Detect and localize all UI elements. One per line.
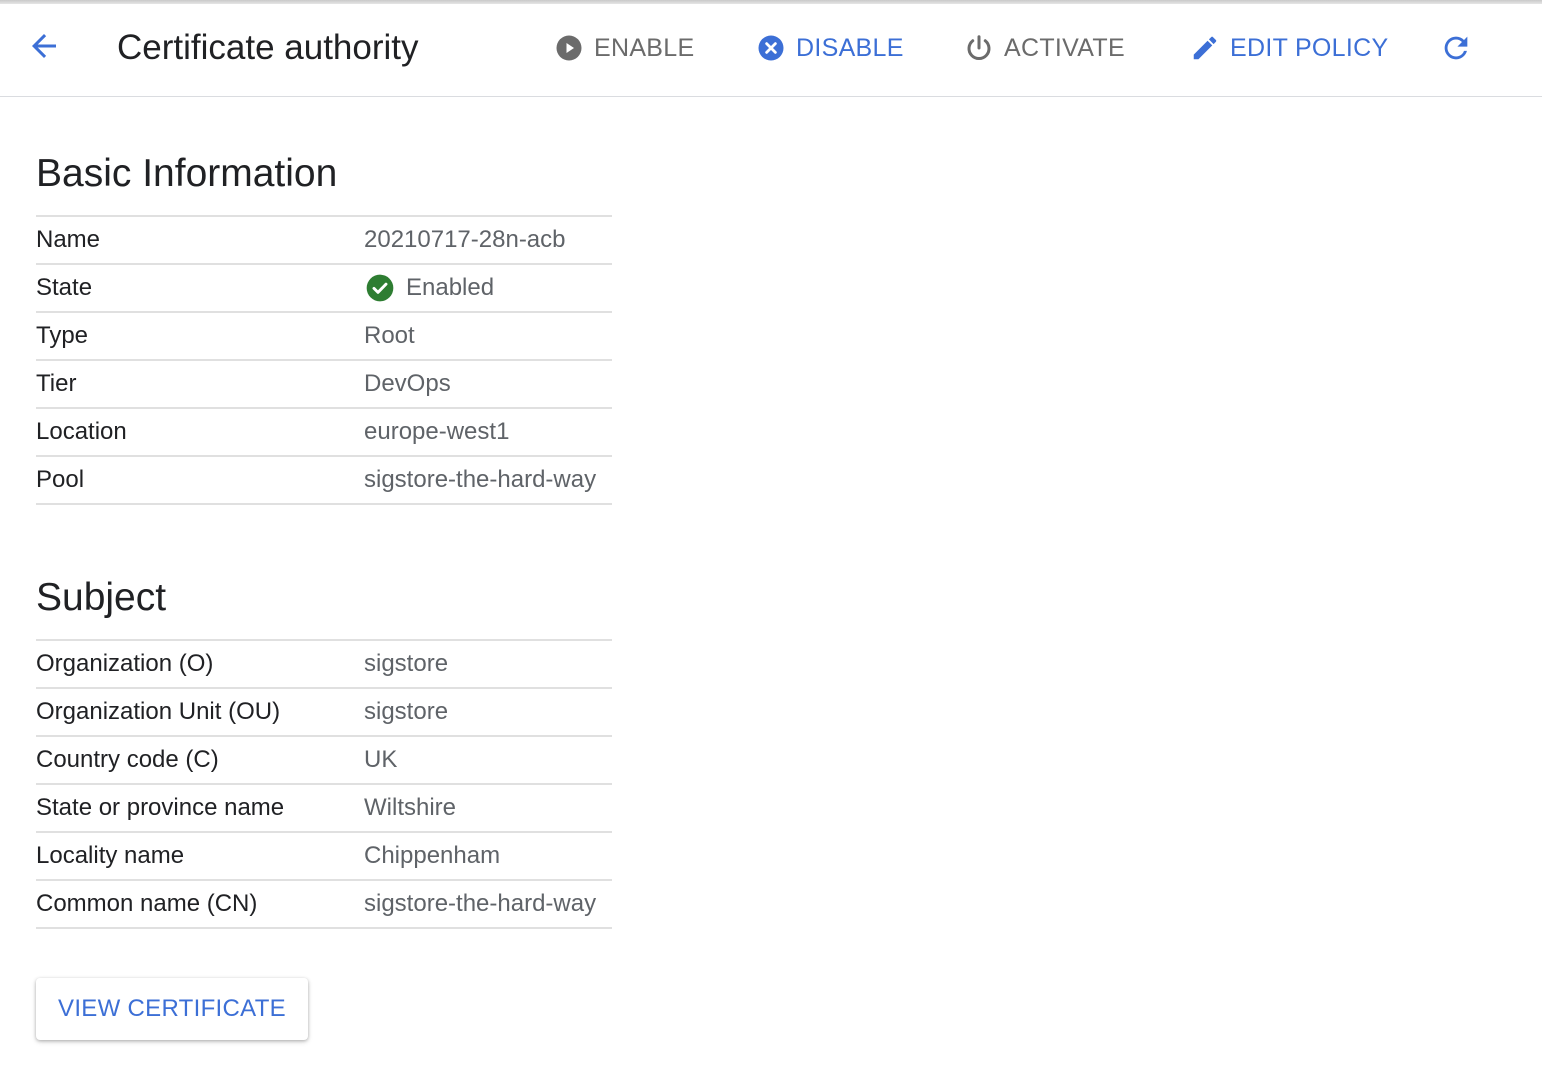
- row-value: europe-west1: [364, 418, 510, 445]
- refresh-button[interactable]: [1436, 30, 1476, 70]
- enable-button-label: ENABLE: [594, 33, 695, 62]
- row-label: Organization Unit (OU): [36, 698, 281, 725]
- row-label: Country code (C): [36, 746, 219, 773]
- row-label: State: [36, 274, 93, 301]
- view-certificate-button[interactable]: VIEW CERTIFICATE: [36, 978, 308, 1040]
- row-label: Locality name: [36, 842, 185, 869]
- row-label: Type: [36, 322, 89, 349]
- row-label: Organization (O): [36, 650, 214, 677]
- basic-information-table: Name 20210717-28n-acb State Enabled Type…: [36, 215, 612, 505]
- state-value: Enabled: [364, 272, 494, 304]
- table-row: Common name (CN) sigstore-the-hard-way: [36, 881, 612, 929]
- row-label: Name: [36, 226, 101, 253]
- row-label: Location: [36, 418, 127, 445]
- arrow-back-icon: [26, 28, 62, 69]
- edit-policy-button-label: EDIT POLICY: [1230, 33, 1389, 62]
- table-row: State Enabled: [36, 265, 612, 313]
- play-circle-icon: [554, 33, 584, 63]
- table-row: State or province name Wiltshire: [36, 785, 612, 833]
- page-title: Certificate authority: [117, 28, 419, 67]
- disable-button[interactable]: DISABLE: [756, 28, 904, 68]
- basic-information-heading: Basic Information: [36, 152, 338, 195]
- row-value: sigstore-the-hard-way: [364, 466, 597, 493]
- table-row: Type Root: [36, 313, 612, 361]
- table-row: Tier DevOps: [36, 361, 612, 409]
- refresh-icon: [1439, 31, 1473, 70]
- activate-button[interactable]: ACTIVATE: [964, 28, 1125, 68]
- disable-button-label: DISABLE: [796, 33, 904, 62]
- table-row: Locality name Chippenham: [36, 833, 612, 881]
- back-button[interactable]: [22, 28, 66, 68]
- row-value: Wiltshire: [364, 794, 457, 821]
- edit-policy-button[interactable]: EDIT POLICY: [1190, 28, 1388, 68]
- row-value: 20210717-28n-acb: [364, 226, 566, 253]
- subject-heading: Subject: [36, 576, 167, 619]
- header-toolbar: Certificate authority ENABLE DISABLE ACT…: [0, 4, 1542, 97]
- row-label: Pool: [36, 466, 85, 493]
- check-circle-icon: [364, 272, 396, 304]
- row-label: Common name (CN): [36, 890, 258, 917]
- power-icon: [964, 33, 994, 63]
- row-value: Root: [364, 322, 415, 349]
- row-value: sigstore: [364, 698, 449, 725]
- subject-table: Organization (O) sigstore Organization U…: [36, 639, 612, 929]
- row-value: Chippenham: [364, 842, 501, 869]
- state-label: Enabled: [406, 274, 495, 301]
- row-value: DevOps: [364, 370, 451, 397]
- row-value: UK: [364, 746, 398, 773]
- table-row: Organization Unit (OU) sigstore: [36, 689, 612, 737]
- enable-button[interactable]: ENABLE: [554, 28, 694, 68]
- row-label: Tier: [36, 370, 77, 397]
- row-value: sigstore-the-hard-way: [364, 890, 597, 917]
- table-row: Country code (C) UK: [36, 737, 612, 785]
- table-row: Location europe-west1: [36, 409, 612, 457]
- activate-button-label: ACTIVATE: [1004, 33, 1125, 62]
- table-row: Pool sigstore-the-hard-way: [36, 457, 612, 505]
- table-row: Organization (O) sigstore: [36, 641, 612, 689]
- table-row: Name 20210717-28n-acb: [36, 217, 612, 265]
- row-label: State or province name: [36, 794, 285, 821]
- pencil-icon: [1190, 33, 1220, 63]
- row-value: sigstore: [364, 650, 449, 677]
- cancel-circle-icon: [756, 33, 786, 63]
